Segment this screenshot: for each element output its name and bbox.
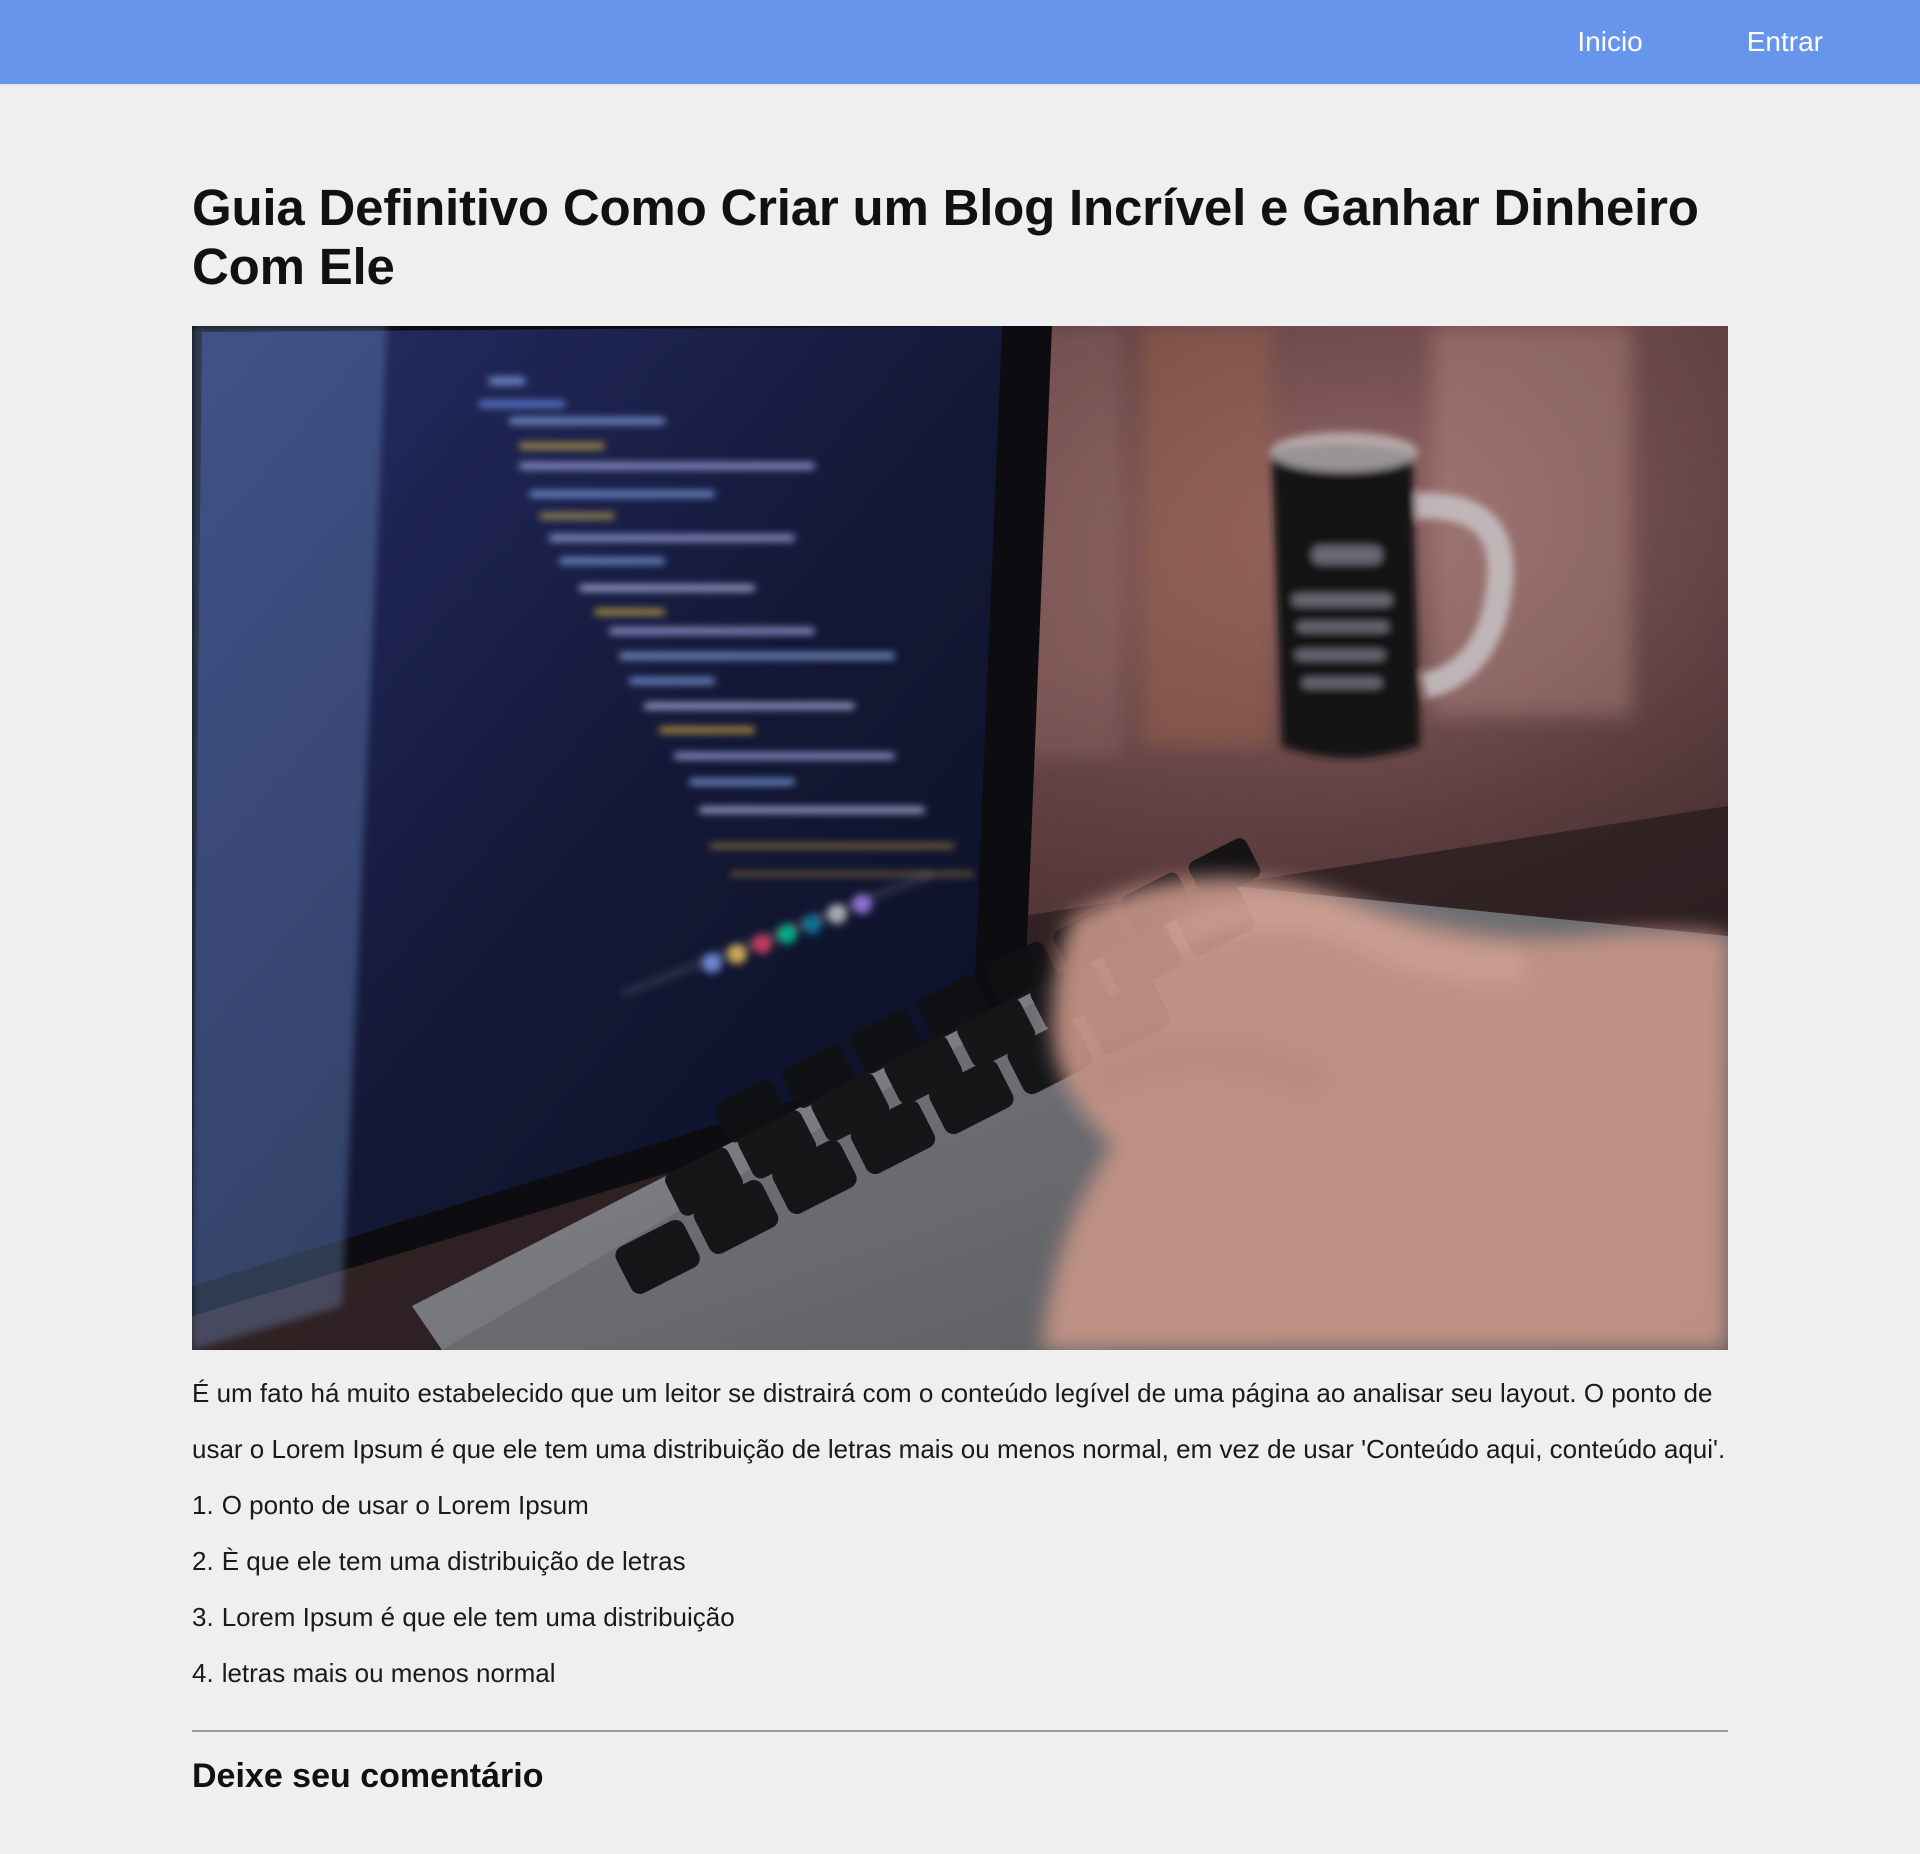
section-divider: [192, 1730, 1728, 1732]
nav-home-link[interactable]: Inicio: [1577, 28, 1642, 56]
laptop-coding-photo: [192, 326, 1728, 1350]
list-item-number: 2.: [192, 1546, 214, 1576]
comments-heading: Deixe seu comentário: [192, 1757, 544, 1795]
list-item: 2. È que ele tem uma distribuição de let…: [192, 1533, 1728, 1589]
top-navigation-bar: Inicio Entrar: [0, 0, 1920, 84]
nav-login-link[interactable]: Entrar: [1747, 28, 1823, 56]
list-item-text: O ponto de usar o Lorem Ipsum: [221, 1490, 589, 1520]
list-item-text: È que ele tem uma distribuição de letras: [221, 1546, 686, 1576]
list-item: 1. O ponto de usar o Lorem Ipsum: [192, 1477, 1728, 1533]
list-item: 3. Lorem Ipsum é que ele tem uma distrib…: [192, 1589, 1728, 1645]
article-title: Guia Definitivo Como Criar um Blog Incrí…: [192, 179, 1699, 295]
list-item-number: 4.: [192, 1658, 214, 1688]
list-item-text: letras mais ou menos normal: [221, 1658, 556, 1688]
list-item: 4. letras mais ou menos normal: [192, 1645, 1728, 1701]
article-content: Guia Definitivo Como Criar um Blog Incrí…: [192, 178, 1728, 1796]
article-list: 1. O ponto de usar o Lorem Ipsum 2. È qu…: [192, 1477, 1728, 1701]
article-paragraph: É um fato há muito estabelecido que um l…: [192, 1378, 1726, 1464]
list-item-number: 3.: [192, 1602, 214, 1632]
list-item-text: Lorem Ipsum é que ele tem uma distribuiç…: [221, 1602, 735, 1632]
main-nav: Inicio Entrar: [1577, 0, 1823, 84]
article-hero-image: [192, 326, 1728, 1350]
list-item-number: 1.: [192, 1490, 214, 1520]
